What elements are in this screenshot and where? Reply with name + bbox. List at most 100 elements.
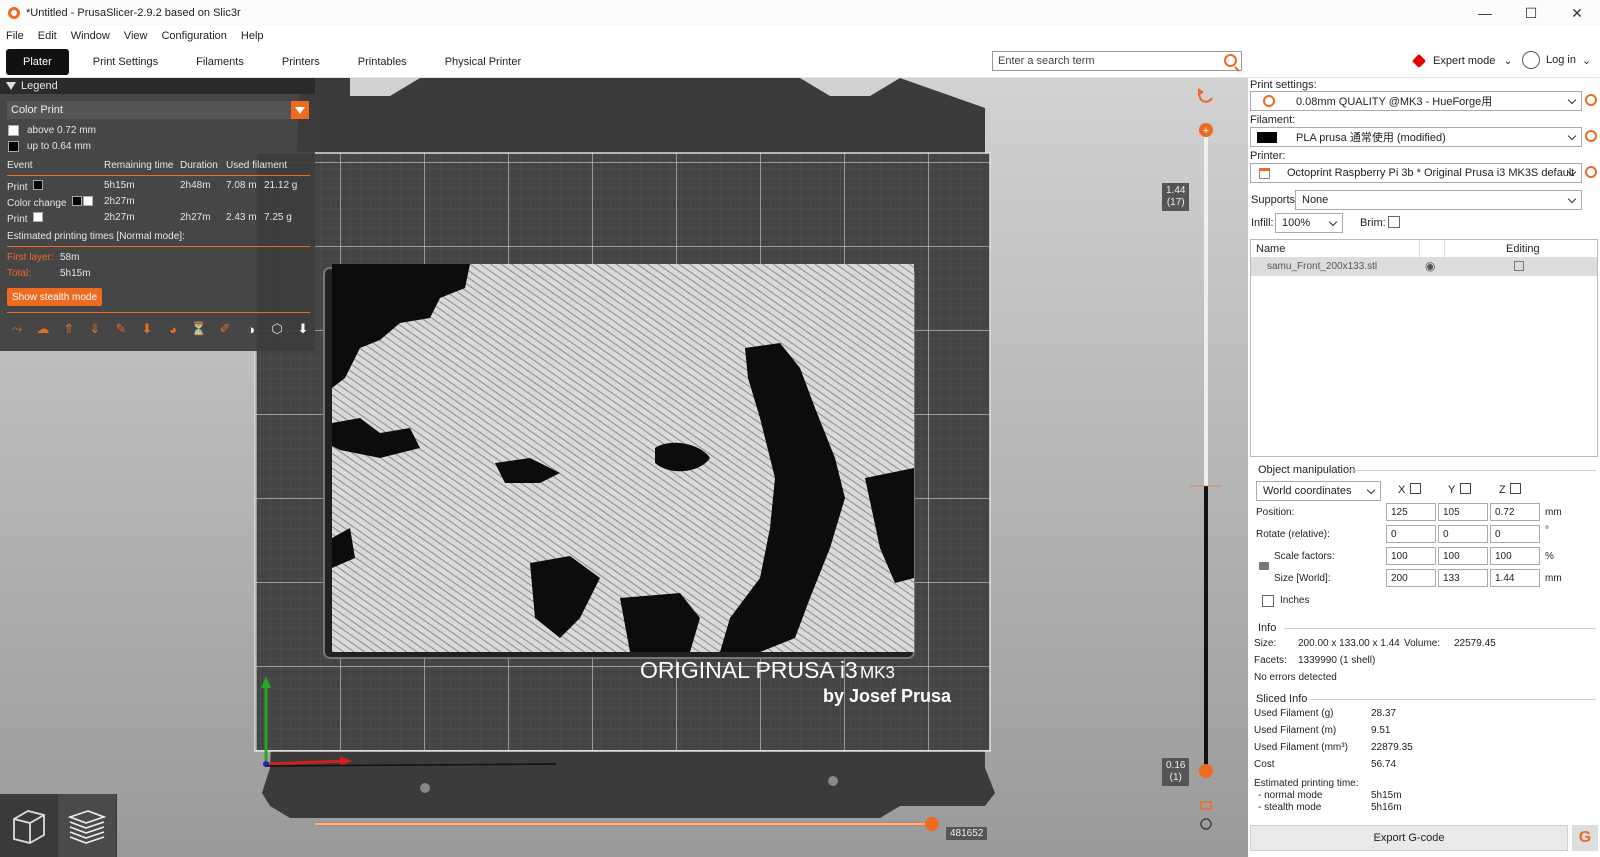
deretractions-icon[interactable]: ⇓ (85, 319, 105, 339)
size-z-input[interactable]: 1.44 (1490, 569, 1540, 587)
search-icon[interactable] (1224, 54, 1237, 67)
legend-panel: Legend Color Print above 0.72 mm up to 0… (0, 78, 315, 351)
show-stealth-mode-button[interactable]: Show stealth mode (7, 288, 103, 306)
object-list-header: Name Editing (1251, 240, 1597, 258)
edit-preset-icon[interactable] (1585, 130, 1597, 142)
printer-select[interactable]: Octoprint Raspberry Pi 3b * Original Pru… (1250, 163, 1582, 183)
group-divider (1284, 628, 1596, 629)
close-button[interactable]: ✕ (1554, 0, 1600, 26)
menu-file[interactable]: File (6, 30, 24, 42)
pause-prints-icon[interactable]: ⏳ (189, 319, 209, 339)
print-settings-select[interactable]: 0.08mm QUALITY @MK3 - HueForge用 (1250, 91, 1582, 111)
print-settings-icon (1263, 95, 1275, 107)
size-unit: mm (1545, 573, 1562, 584)
menu-configuration[interactable]: Configuration (161, 30, 226, 42)
inches-checkbox[interactable] (1262, 595, 1274, 607)
size-y-input[interactable]: 133 (1438, 569, 1488, 587)
eye-icon[interactable]: ◉ (1425, 259, 1435, 273)
tab-printers[interactable]: Printers (268, 49, 334, 75)
minimize-button[interactable]: — (1462, 0, 1508, 26)
event-name: Print (7, 214, 28, 225)
drop-to-bed-x-icon[interactable] (1410, 483, 1421, 494)
wipe-icon[interactable]: ☁ (33, 319, 53, 339)
login-button[interactable]: Log in ⌄ (1522, 51, 1591, 69)
edit-preset-icon[interactable] (1585, 166, 1597, 178)
tab-print-settings[interactable]: Print Settings (79, 49, 172, 75)
shells-icon[interactable]: ⬡ (267, 319, 287, 339)
brim-checkbox[interactable] (1388, 216, 1400, 228)
dropdown-arrow-icon[interactable] (291, 101, 309, 119)
legend-range-above: above 0.72 mm (8, 125, 96, 136)
mode-selector[interactable]: Expert mode ⌄ (1411, 53, 1513, 68)
tool-marker-icon[interactable]: ⬇ (293, 319, 313, 339)
facets-value: 1339990 (1 shell) (1298, 655, 1376, 666)
view-type-select[interactable]: Color Print (7, 101, 309, 119)
normal-mode-label: - normal mode (1258, 790, 1323, 801)
stealth-mode-label: - stealth mode (1258, 802, 1322, 813)
color-changes-icon[interactable]: ◕ (163, 319, 183, 339)
estimated-times-title: Estimated printing times [Normal mode]: (7, 231, 185, 242)
gcode-icon: G (1578, 829, 1592, 846)
infill-label: Infill: (1251, 217, 1274, 229)
object-row[interactable]: samu_Front_200x133.stl ◉ (1251, 258, 1597, 276)
infill-select[interactable]: 100% (1275, 213, 1343, 233)
sliced-info-title: Sliced Info (1256, 693, 1308, 705)
menu-edit[interactable]: Edit (38, 30, 57, 42)
settings-gear-icon (1200, 818, 1212, 830)
travel-icon[interactable]: ⤳ (7, 319, 27, 339)
legend-header[interactable]: Legend (0, 78, 315, 94)
send-gcode-button[interactable]: G (1572, 825, 1598, 851)
retractions-icon[interactable]: ⇑ (59, 319, 79, 339)
filament-value: PLA prusa 通常使用 (modified) (1296, 132, 1446, 144)
scale-x-input[interactable]: 100 (1386, 547, 1436, 565)
tab-printables[interactable]: Printables (344, 49, 421, 75)
menu-window[interactable]: Window (71, 30, 110, 42)
size-x-input[interactable]: 200 (1386, 569, 1436, 587)
position-x-input[interactable]: 125 (1386, 503, 1436, 521)
filament-label: Filament: (1250, 114, 1296, 126)
total-value: 5h15m (60, 268, 91, 279)
position-y-input[interactable]: 105 (1438, 503, 1488, 521)
menu-view[interactable]: View (124, 30, 148, 42)
supports-select[interactable]: None (1295, 190, 1582, 210)
event-length: 7.08 m (226, 180, 257, 191)
center-of-gravity-icon[interactable]: ◑ (241, 319, 261, 339)
scale-z-input[interactable]: 100 (1490, 547, 1540, 565)
coordinate-system-select[interactable]: World coordinates (1256, 481, 1381, 501)
legend-divider (7, 246, 310, 247)
window-title: *Untitled - PrusaSlicer-2.9.2 based on S… (26, 7, 241, 19)
edit-object-icon[interactable] (1514, 261, 1524, 271)
edit-preset-icon[interactable] (1585, 94, 1597, 106)
tab-plater[interactable]: Plater (6, 48, 69, 75)
maximize-button[interactable]: ☐ (1508, 0, 1554, 26)
color-swatch-new (83, 196, 94, 206)
info-size-value: 200.00 x 133.00 x 1.44 (1298, 638, 1400, 649)
rotate-z-input[interactable]: 0 (1490, 525, 1540, 543)
custom-gcodes-icon[interactable]: ✐ (215, 319, 235, 339)
rotate-x-input[interactable]: 0 (1386, 525, 1436, 543)
scale-y-input[interactable]: 100 (1438, 547, 1488, 565)
drop-to-bed-z-icon[interactable] (1510, 483, 1521, 494)
position-z-input[interactable]: 0.72 (1490, 503, 1540, 521)
tab-filaments[interactable]: Filaments (182, 49, 258, 75)
column-name: Name (1256, 243, 1286, 255)
rotate-y-input[interactable]: 0 (1438, 525, 1488, 543)
drop-to-bed-y-icon[interactable] (1460, 483, 1471, 494)
export-gcode-button[interactable]: Export G-code (1250, 825, 1568, 851)
search-input[interactable]: Enter a search term (992, 51, 1242, 71)
preview-button[interactable] (58, 794, 116, 857)
color-swatch-old (72, 196, 83, 206)
move-slider-thumb (925, 817, 939, 831)
first-layer-value: 58m (60, 252, 80, 263)
filament-select[interactable]: PLA prusa 通常使用 (modified) (1250, 127, 1582, 147)
mode-label: Expert mode (1433, 54, 1496, 67)
top-layer-number: (17) (1166, 197, 1185, 208)
seams-icon[interactable]: ✎ (111, 319, 131, 339)
lock-icon[interactable] (1259, 562, 1269, 570)
menu-help[interactable]: Help (241, 30, 264, 42)
tool-changes-icon[interactable]: ⬇ (137, 319, 157, 339)
tab-physical-printer[interactable]: Physical Printer (431, 49, 535, 75)
3d-view-button[interactable] (0, 794, 58, 857)
printer-label: Printer: (1250, 150, 1286, 162)
used-filament-mm3-label: Used Filament (mm³) (1254, 742, 1348, 753)
